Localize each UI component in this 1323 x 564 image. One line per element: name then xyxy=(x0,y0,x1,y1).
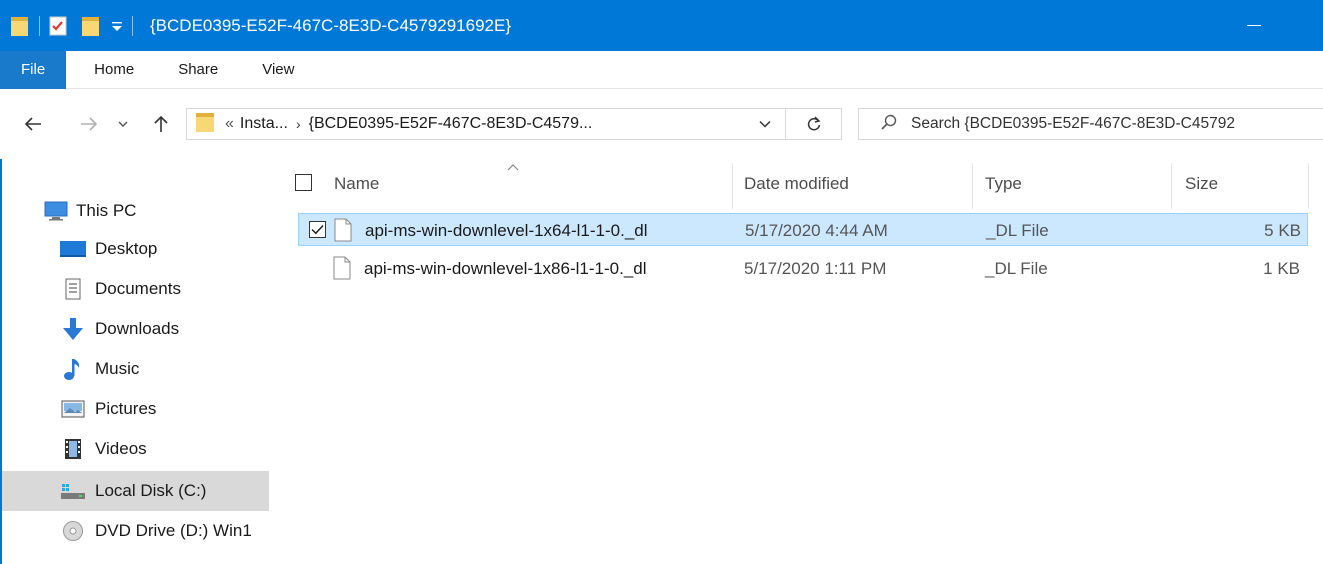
sidebar-item-local-disk[interactable]: Local Disk (C:) xyxy=(0,471,269,511)
back-arrow-icon xyxy=(24,117,41,131)
dvd-drive-icon xyxy=(59,520,87,542)
toolbar-divider xyxy=(39,15,40,36)
sidebar-item-label: DVD Drive (D:) Win1 xyxy=(95,521,252,540)
documents-icon xyxy=(59,278,87,300)
sidebar-item-pictures[interactable]: Pictures xyxy=(59,390,156,428)
folder-icon[interactable] xyxy=(10,0,30,51)
sidebar-item-label: This PC xyxy=(76,201,137,220)
sidebar-item-music[interactable]: Music xyxy=(59,350,139,388)
navigation-pane: This PC Desktop Documents Downloads Musi… xyxy=(0,159,283,564)
sidebar-item-label: Local Disk (C:) xyxy=(95,481,207,500)
pictures-icon xyxy=(59,399,87,419)
forward-arrow-icon xyxy=(81,117,98,131)
column-date-modified[interactable]: Date modified xyxy=(744,159,849,209)
title-bar: {BCDE0395-E52F-467C-8E3D-C4579291692E} xyxy=(0,0,1323,51)
file-icon xyxy=(332,256,352,285)
tab-home[interactable]: Home xyxy=(66,51,156,89)
sidebar-item-label: Downloads xyxy=(95,319,180,338)
column-divider[interactable] xyxy=(972,163,973,209)
sidebar-item-documents[interactable]: Documents xyxy=(59,270,181,308)
file-type: _DL File xyxy=(985,258,1048,278)
address-overflow[interactable]: « xyxy=(225,115,234,133)
column-divider[interactable] xyxy=(732,163,733,209)
file-row[interactable]: api-ms-win-downlevel-1x64-l1-1-0._dl 5/1… xyxy=(298,213,1308,246)
refresh-icon xyxy=(807,116,820,131)
search-box[interactable]: Search {BCDE0395-E52F-467C-8E3D-C45792 xyxy=(858,108,1323,140)
column-divider[interactable] xyxy=(1171,163,1172,209)
folder-icon xyxy=(195,110,215,139)
quick-access-toolbar xyxy=(0,0,142,51)
file-size: 1 KB xyxy=(1263,258,1300,278)
new-folder-icon[interactable] xyxy=(81,0,101,51)
navigation-bar: « Insta... › {BCDE0395-E52F-467C-8E3D-C4… xyxy=(0,89,1323,159)
sidebar-item-videos[interactable]: Videos xyxy=(59,430,147,468)
customize-toolbar-icon[interactable] xyxy=(111,0,123,51)
address-segment[interactable]: Insta... xyxy=(240,115,288,133)
sidebar-item-label: Documents xyxy=(95,279,181,298)
file-icon xyxy=(333,218,353,247)
properties-icon[interactable] xyxy=(49,0,67,51)
column-name[interactable]: Name xyxy=(334,159,379,209)
sidebar-item-this-pc[interactable]: This PC xyxy=(44,192,136,230)
address-bar[interactable]: « Insta... › {BCDE0395-E52F-467C-8E3D-C4… xyxy=(186,108,842,140)
column-type[interactable]: Type xyxy=(985,159,1022,209)
select-all-checkbox[interactable] xyxy=(295,174,312,191)
sidebar-item-dvd-drive[interactable]: DVD Drive (D:) Win1 xyxy=(59,512,269,550)
column-size[interactable]: Size xyxy=(1185,159,1218,209)
file-name: api-ms-win-downlevel-1x86-l1-1-0._dl xyxy=(364,258,647,278)
file-size: 5 KB xyxy=(1264,220,1301,240)
tab-file[interactable]: File xyxy=(0,50,67,89)
file-name: api-ms-win-downlevel-1x64-l1-1-0._dl xyxy=(365,220,648,240)
checkmark-icon xyxy=(311,224,324,235)
chevron-down-icon xyxy=(118,121,128,127)
tab-share[interactable]: Share xyxy=(156,51,240,89)
window-title: {BCDE0395-E52F-467C-8E3D-C4579291692E} xyxy=(150,15,512,35)
sidebar-item-label: Videos xyxy=(95,439,147,458)
file-date: 5/17/2020 1:11 PM xyxy=(744,258,887,278)
sidebar-item-label: Desktop xyxy=(95,239,158,258)
sort-ascending-icon xyxy=(506,159,520,177)
address-separator[interactable]: › xyxy=(296,116,301,132)
column-divider[interactable] xyxy=(1308,163,1309,209)
column-header: Name Date modified Type Size xyxy=(283,159,1323,209)
sidebar-item-desktop[interactable]: Desktop xyxy=(59,230,157,268)
file-type: _DL File xyxy=(986,220,1049,240)
ribbon-tabs: File Home Share View xyxy=(0,50,1323,89)
minimize-icon xyxy=(1247,25,1261,26)
up-arrow-icon xyxy=(154,115,168,132)
refresh-button[interactable] xyxy=(785,109,841,139)
up-button[interactable] xyxy=(148,109,174,139)
sidebar-item-downloads[interactable]: Downloads xyxy=(59,310,179,348)
recent-locations-button[interactable] xyxy=(114,109,132,139)
address-dropdown-button[interactable] xyxy=(747,109,783,139)
videos-icon xyxy=(59,438,87,460)
local-disk-icon xyxy=(59,482,87,500)
search-icon xyxy=(881,114,897,135)
sidebar-item-label: Pictures xyxy=(95,399,157,418)
file-row[interactable]: api-ms-win-downlevel-1x86-l1-1-0._dl 5/1… xyxy=(298,252,1308,285)
search-input[interactable]: Search {BCDE0395-E52F-467C-8E3D-C45792 xyxy=(911,115,1235,133)
file-date: 5/17/2020 4:44 AM xyxy=(745,220,888,240)
back-button[interactable] xyxy=(20,109,46,139)
row-checkbox[interactable] xyxy=(309,221,326,238)
minimize-button[interactable] xyxy=(1231,0,1277,51)
tab-view[interactable]: View xyxy=(240,51,316,89)
chevron-down-icon xyxy=(759,120,771,128)
window-border xyxy=(0,159,2,564)
downloads-icon xyxy=(59,317,87,341)
desktop-icon xyxy=(59,239,87,259)
pc-icon xyxy=(44,201,68,221)
music-icon xyxy=(59,357,87,381)
forward-button[interactable] xyxy=(76,109,102,139)
sidebar-item-label: Music xyxy=(95,359,140,378)
toolbar-divider xyxy=(132,15,133,36)
address-segment[interactable]: {BCDE0395-E52F-467C-8E3D-C4579... xyxy=(309,115,593,133)
